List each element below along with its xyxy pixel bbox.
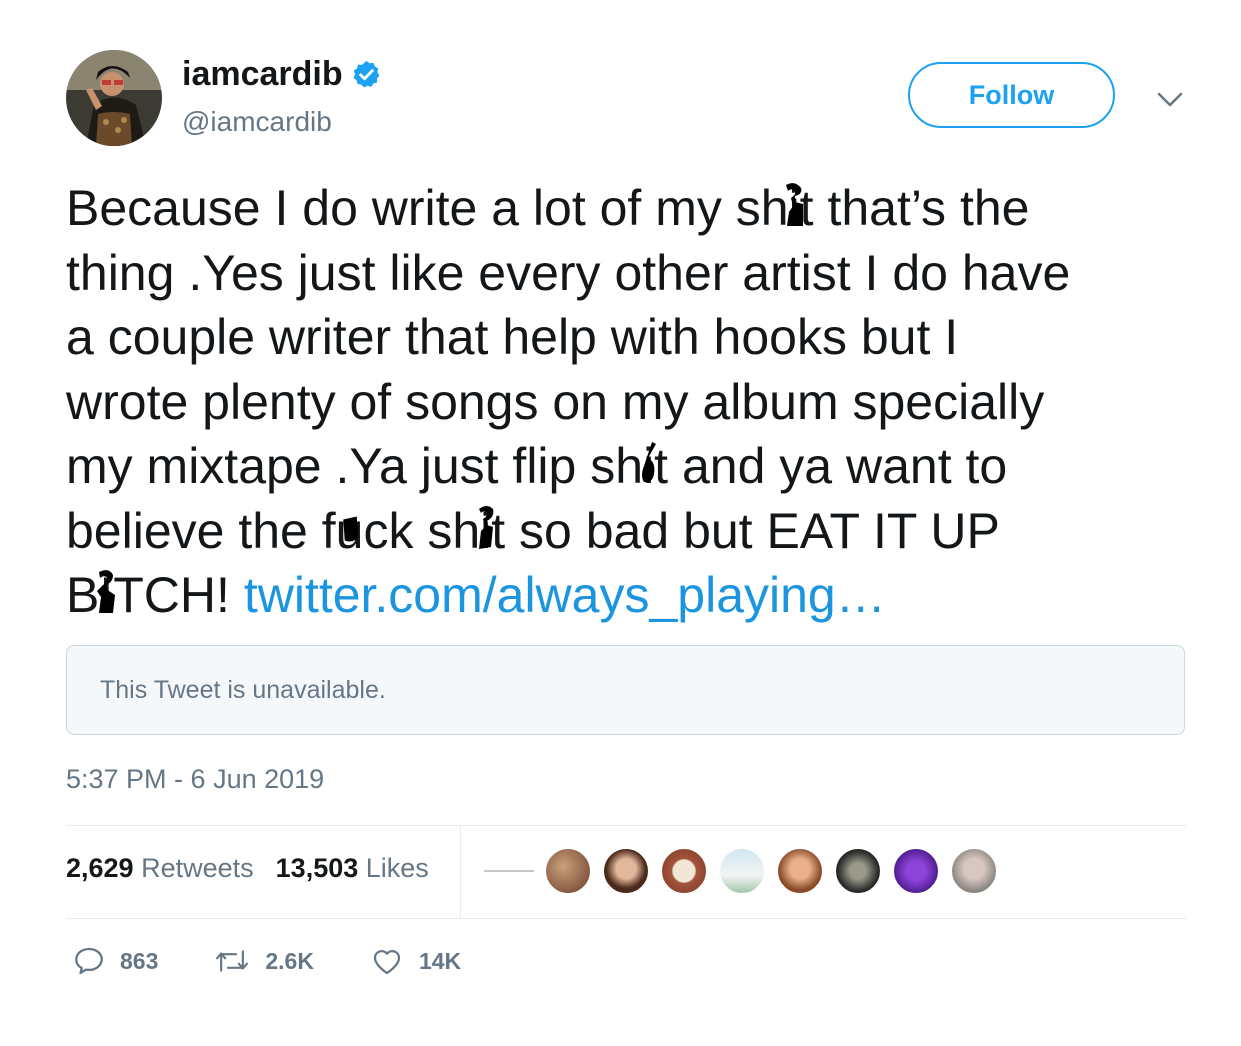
likes-count: 13,503 xyxy=(275,853,359,883)
tweet-text: Because I do write a lot of my shit that… xyxy=(66,176,1206,628)
tweet-line: thing .Yes just like every other artist … xyxy=(66,244,1071,301)
liker-avatar-placeholder[interactable] xyxy=(484,864,534,878)
retweet-count: 2.6K xyxy=(265,947,314,974)
liker-avatar[interactable] xyxy=(602,847,650,895)
tweet-text-segment: t that’s the xyxy=(799,180,1030,236)
avatar[interactable] xyxy=(66,50,162,146)
liker-avatar[interactable] xyxy=(834,847,882,895)
tweet-text-segment: my mixtape .Ya just flip sh xyxy=(66,438,644,494)
timestamp[interactable]: 5:37 PM - 6 Jun 2019 xyxy=(66,764,324,795)
like-count: 14K xyxy=(418,947,462,974)
censor-mark-icon: u xyxy=(336,499,364,564)
censor-mark-icon: i xyxy=(641,434,656,499)
tweet-text-segment: believe the f xyxy=(66,502,336,559)
liker-avatar[interactable] xyxy=(660,847,708,895)
display-name[interactable]: iamcardib xyxy=(182,55,382,94)
tweet-line: BITCH! twitter.com/always_playing… xyxy=(66,563,1206,628)
retweets-label: Retweets xyxy=(141,853,254,883)
retweet-button[interactable]: 2.6K xyxy=(213,944,314,978)
tweet-line: wrote plenty of songs on my album specia… xyxy=(66,373,1045,430)
tweet-text-segment: TCH! xyxy=(113,567,244,623)
quoted-tweet-text: This Tweet is unavailable. xyxy=(100,675,386,704)
censor-mark-icon: i xyxy=(786,176,804,241)
divider xyxy=(66,918,1186,919)
tweet-line: my mixtape .Ya just flip shit and ya wan… xyxy=(66,434,1206,499)
display-name-text[interactable]: iamcardib xyxy=(182,55,343,94)
tweet-line: believe the fuck shit so bad but EAT IT … xyxy=(66,499,1206,564)
retweets-count: 2,629 xyxy=(66,853,134,883)
likes-stat[interactable]: 13,503 Likes xyxy=(276,853,429,884)
reply-icon xyxy=(75,947,103,975)
tweet-text-segment: t and ya want to xyxy=(654,438,1008,494)
liker-avatars xyxy=(484,847,1008,895)
handle[interactable]: @iamcardib xyxy=(182,106,332,138)
verified-badge-icon xyxy=(351,59,382,90)
stats-divider xyxy=(460,826,461,918)
tweet-text-segment: ck sh xyxy=(363,502,481,559)
follow-button[interactable]: Follow xyxy=(908,62,1115,128)
liker-avatar[interactable] xyxy=(950,847,998,895)
tweet-line: Because I do write a lot of my shit that… xyxy=(66,176,1206,241)
liker-avatar[interactable] xyxy=(718,847,766,895)
tweet-link[interactable]: twitter.com/always_playing… xyxy=(244,567,886,623)
liker-avatar[interactable] xyxy=(776,847,824,895)
liker-avatar[interactable] xyxy=(892,847,940,895)
quoted-tweet-card[interactable]: This Tweet is unavailable. xyxy=(66,645,1185,735)
tweet-line: a couple writer that help with hooks but… xyxy=(66,309,959,365)
like-button[interactable]: 14K xyxy=(369,944,461,978)
likes-label: Likes xyxy=(365,853,429,883)
engagement-stats: 2,629 Retweets 13,503 Likes xyxy=(66,853,429,884)
chevron-down-icon[interactable] xyxy=(1155,84,1185,114)
heart-icon xyxy=(373,950,401,975)
censor-mark-icon: i xyxy=(478,499,494,564)
retweet-icon xyxy=(216,950,249,972)
liker-avatar[interactable] xyxy=(544,847,592,895)
tweet-text-segment: Because I do write a lot of my sh xyxy=(66,180,789,236)
censor-mark-icon: I xyxy=(97,563,116,628)
action-bar: 863 2.6K 14K xyxy=(72,944,516,978)
divider xyxy=(66,825,1186,826)
reply-button[interactable]: 863 xyxy=(72,944,158,978)
tweet-text-segment: t so bad but EAT IT UP xyxy=(491,502,1000,559)
retweets-stat[interactable]: 2,629 Retweets xyxy=(66,853,254,884)
reply-count: 863 xyxy=(120,947,159,974)
